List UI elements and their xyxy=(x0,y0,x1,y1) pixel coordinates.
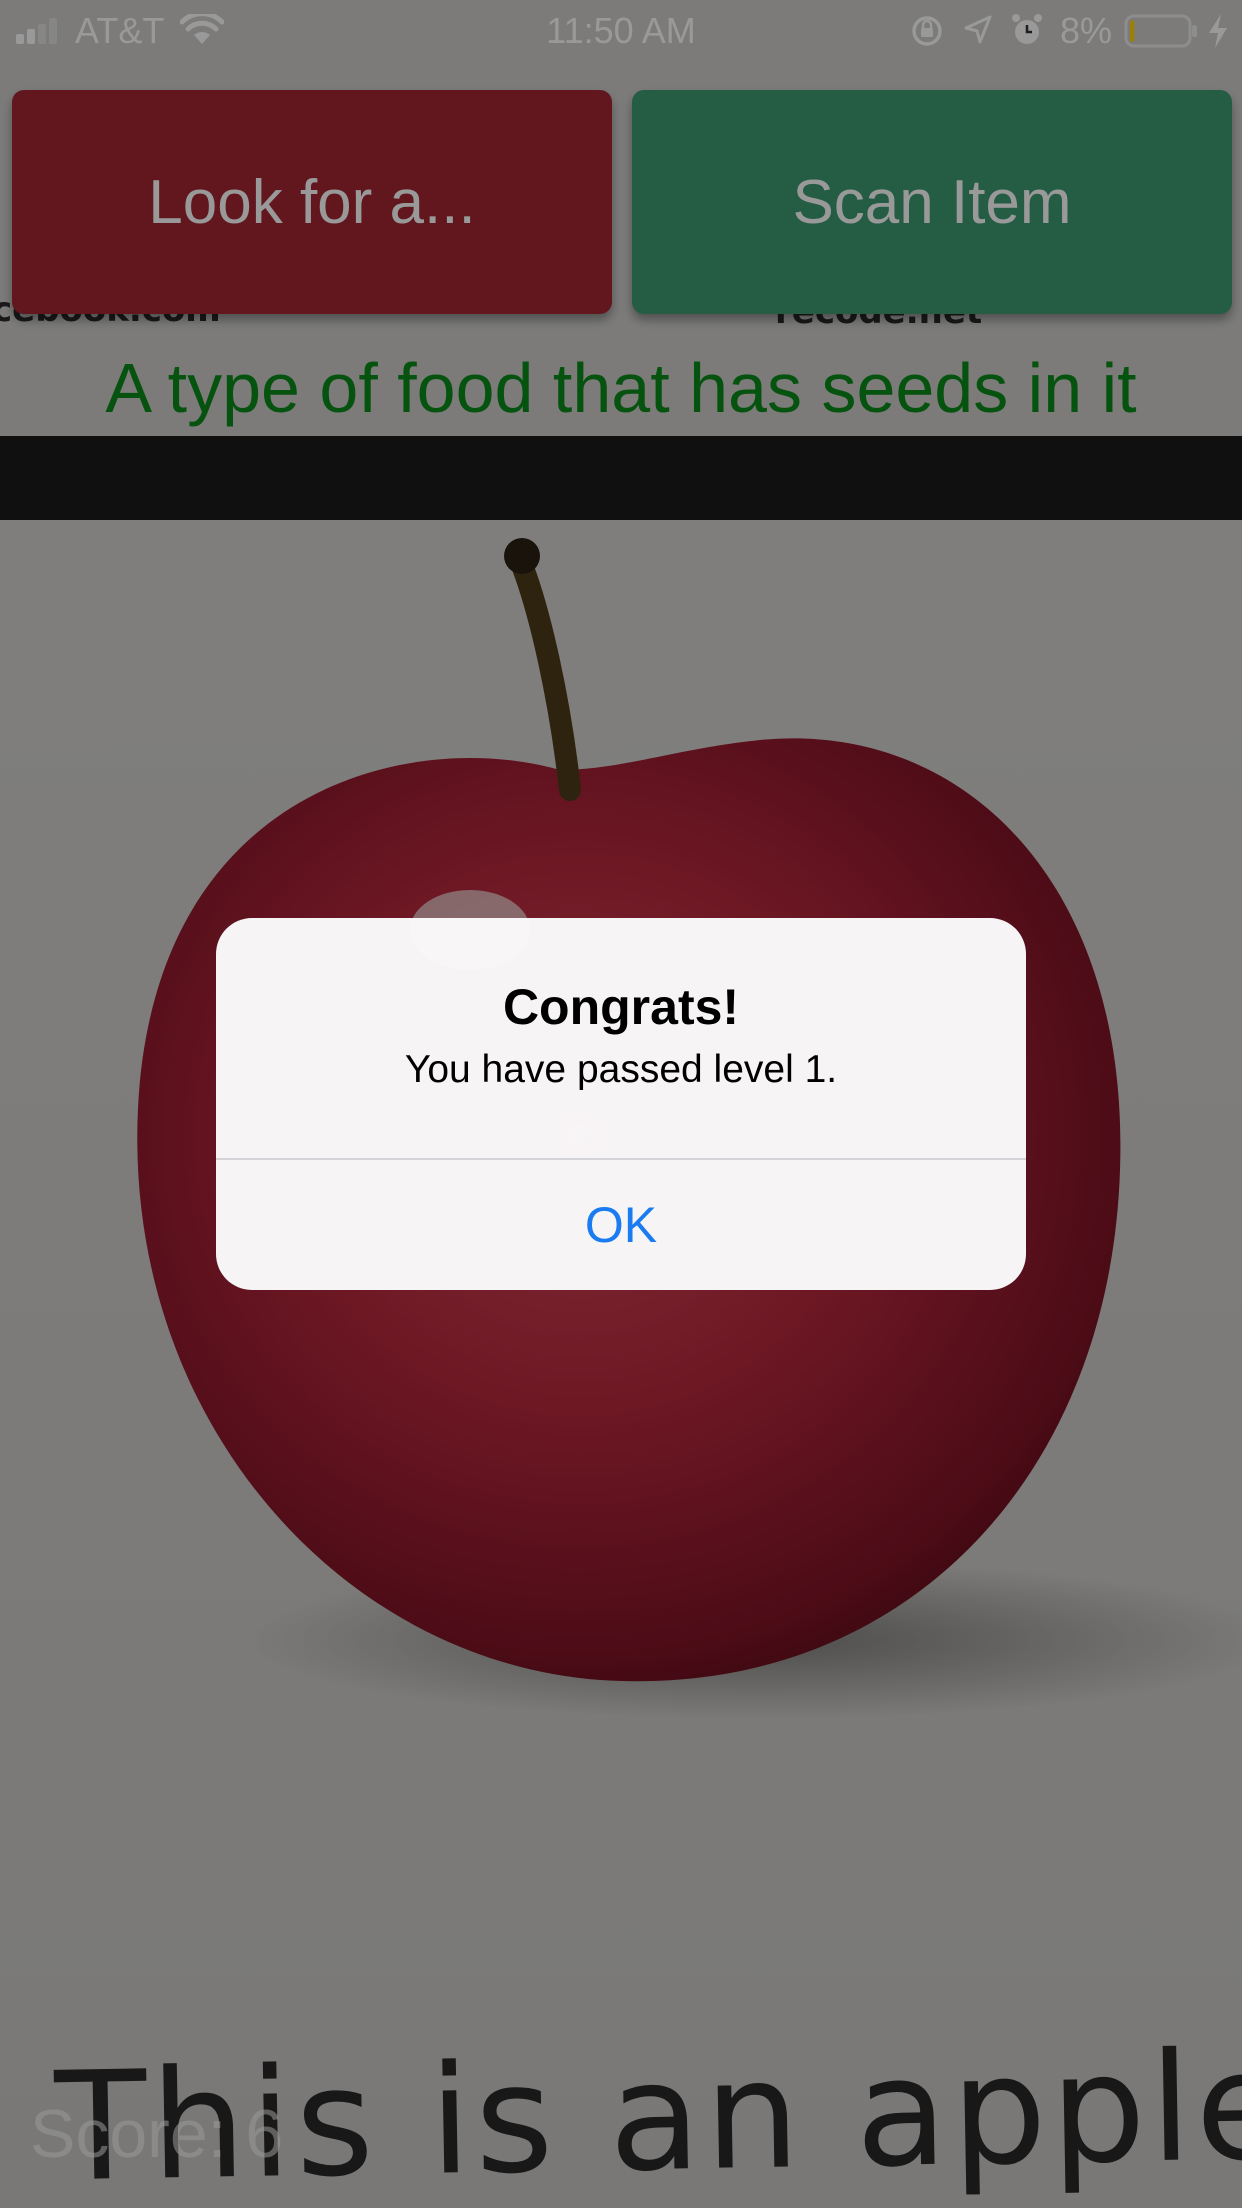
ok-button[interactable]: OK xyxy=(216,1160,1026,1290)
alert-title: Congrats! xyxy=(502,979,740,1035)
alert-message: You have passed level 1. xyxy=(404,1048,838,1091)
alert-dialog: Congrats! You have passed level 1. OK xyxy=(216,918,1026,1290)
